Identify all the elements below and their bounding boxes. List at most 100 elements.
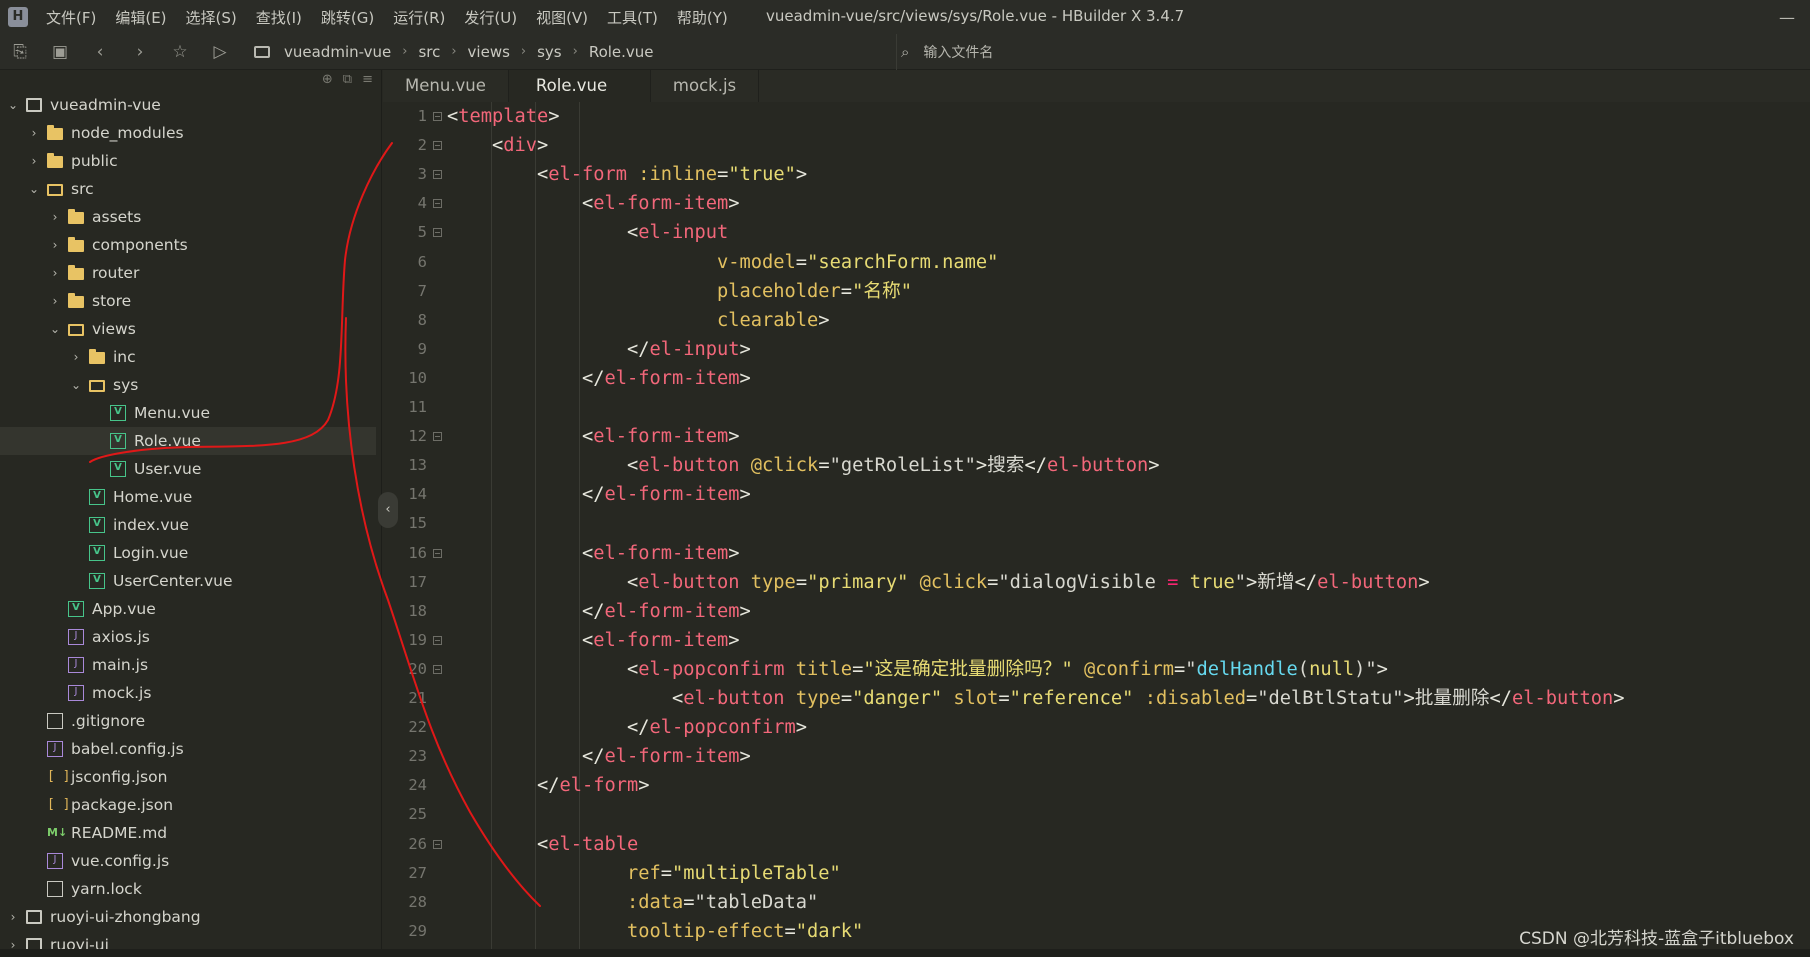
tree-item[interactable]: V UserCenter.vue: [0, 567, 376, 595]
chevron-right-icon[interactable]: ›: [27, 154, 41, 168]
minimize-icon[interactable]: —: [1764, 8, 1810, 27]
chevron-right-icon[interactable]: ›: [6, 910, 20, 924]
code-line: 16 <el-form-item>: [383, 539, 1810, 568]
chevron-right-icon[interactable]: ›: [48, 294, 62, 308]
menu-run[interactable]: 运行(R): [393, 7, 445, 28]
chevron-down-icon[interactable]: ⌄: [27, 182, 41, 196]
fold-toggle-icon[interactable]: [433, 170, 442, 180]
code-editor[interactable]: 1 <template> 2 <div> 3 <el-form :inline="tr…: [383, 102, 1810, 949]
tree-item[interactable]: V Login.vue: [0, 539, 376, 567]
tree-item[interactable]: V Role.vue: [0, 427, 376, 455]
locate-icon[interactable]: ⊕: [322, 72, 333, 87]
tree-item[interactable]: V Home.vue: [0, 483, 376, 511]
tree-item[interactable]: .gitignore: [0, 707, 376, 735]
tree-item[interactable]: M↓ README.md: [0, 819, 376, 847]
tree-item[interactable]: › assets: [0, 203, 376, 231]
tree-item[interactable]: Jbabel.config.js: [0, 735, 376, 763]
menu-file[interactable]: 文件(F): [46, 7, 96, 28]
breadcrumb-item-project[interactable]: vueadmin-vue: [284, 43, 391, 61]
tree-item[interactable]: ⌄ src: [0, 175, 376, 203]
tree-item[interactable]: ⌄ sys: [0, 371, 376, 399]
code-line: 2 <div>: [383, 131, 1810, 160]
run-icon[interactable]: ▷: [200, 42, 240, 62]
breadcrumb-item-file[interactable]: Role.vue: [589, 43, 654, 61]
fold-toggle-icon[interactable]: [433, 432, 442, 442]
tree-item[interactable]: Jmock.js: [0, 679, 376, 707]
js-file-icon: J: [68, 629, 84, 645]
back-icon[interactable]: ‹: [80, 42, 120, 62]
chevron-right-icon[interactable]: ›: [48, 266, 62, 280]
menu-find[interactable]: 查找(I): [256, 7, 302, 28]
chevron-down-icon[interactable]: ⌄: [48, 322, 62, 336]
breadcrumb-item-views[interactable]: views: [468, 43, 510, 61]
fold-toggle-icon[interactable]: [433, 839, 442, 849]
forward-icon[interactable]: ›: [120, 42, 160, 62]
tree-item[interactable]: Vindex.vue: [0, 511, 376, 539]
sidebar-collapse-handle[interactable]: ‹: [378, 492, 398, 528]
menu-select[interactable]: 选择(S): [186, 7, 237, 28]
chevron-down-icon[interactable]: ⌄: [6, 98, 20, 112]
menu-goto[interactable]: 跳转(G): [321, 7, 374, 28]
tree-item[interactable]: yarn.lock: [0, 875, 376, 903]
tree-item[interactable]: [ ] jsconfig.json: [0, 763, 376, 791]
menu-tools[interactable]: 工具(T): [607, 7, 658, 28]
breadcrumb-item-src[interactable]: src: [418, 43, 440, 61]
tab-role-vue[interactable]: Role.vue: [508, 70, 651, 102]
menu-publish[interactable]: 发行(U): [464, 7, 517, 28]
tree-item[interactable]: V Menu.vue: [0, 399, 376, 427]
fold-toggle-icon[interactable]: [433, 141, 442, 151]
bookmark-star-icon[interactable]: ☆: [160, 42, 200, 62]
vue-file-icon: V: [89, 489, 105, 505]
fold-toggle-icon[interactable]: [433, 664, 442, 674]
fold-toggle-icon[interactable]: [433, 548, 442, 558]
tree-item[interactable]: › store: [0, 287, 376, 315]
fold-toggle-icon[interactable]: [433, 228, 442, 238]
tree-item[interactable]: › inc: [0, 343, 376, 371]
tree-item[interactable]: Jvue.config.js: [0, 847, 376, 875]
horizontal-scrollbar[interactable]: [0, 949, 1810, 957]
tree-item[interactable]: › router: [0, 259, 376, 287]
new-file-icon[interactable]: ⎘: [0, 42, 40, 62]
menu-help[interactable]: 帮助(Y): [677, 7, 728, 28]
code-token: placeholder: [717, 280, 841, 302]
file-search-input[interactable]: ⌕ 输入文件名: [896, 34, 993, 70]
tree-item-label: index.vue: [113, 516, 189, 534]
chevron-right-icon[interactable]: ›: [48, 210, 62, 224]
tree-item[interactable]: › components: [0, 231, 376, 259]
tree-item[interactable]: ⌄ views: [0, 315, 376, 343]
code-token: >: [1403, 688, 1415, 709]
code-text: v-model="searchForm.name": [447, 248, 998, 277]
window-controls: —: [1764, 0, 1810, 34]
tree-item[interactable]: [ ] package.json: [0, 791, 376, 819]
tab-mock-js[interactable]: mock.js: [651, 70, 760, 102]
line-number: 5: [417, 223, 427, 242]
tree-item[interactable]: Jaxios.js: [0, 623, 376, 651]
fold-toggle-icon[interactable]: [433, 112, 442, 121]
tree-item[interactable]: V User.vue: [0, 455, 376, 483]
chevron-right-icon[interactable]: ›: [48, 238, 62, 252]
vue-file-icon: V: [89, 573, 105, 589]
chevron-right-icon[interactable]: ›: [27, 126, 41, 140]
chevron-right-icon[interactable]: ›: [69, 350, 83, 364]
tree-item[interactable]: › ruoyi-ui-zhongbang: [0, 903, 376, 931]
fold-toggle-icon[interactable]: [433, 635, 442, 645]
chevron-down-icon[interactable]: ⌄: [69, 378, 83, 392]
code-token: "dialogVisible: [998, 571, 1168, 593]
menu-icon[interactable]: ≡: [362, 72, 373, 87]
tree-item[interactable]: › node_modules: [0, 119, 376, 147]
tree-item-label: views: [92, 320, 136, 338]
tree-item[interactable]: › public: [0, 147, 376, 175]
vue-file-icon: V: [89, 517, 105, 533]
code-token: el-form: [548, 164, 628, 186]
tree-item[interactable]: ⌄ vueadmin-vue: [0, 91, 376, 119]
breadcrumb-item-sys[interactable]: sys: [537, 43, 562, 61]
menu-edit[interactable]: 编辑(E): [115, 7, 166, 28]
menu-view[interactable]: 视图(V): [536, 7, 588, 28]
tree-item[interactable]: V App.vue: [0, 595, 376, 623]
save-icon[interactable]: ▣: [40, 42, 80, 62]
tab-menu-vue[interactable]: Menu.vue: [383, 70, 509, 102]
tree-item[interactable]: Jmain.js: [0, 651, 376, 679]
fold-toggle-icon[interactable]: [433, 199, 442, 209]
code-token: =: [818, 455, 830, 477]
collapse-all-icon[interactable]: ⧉: [343, 72, 352, 87]
